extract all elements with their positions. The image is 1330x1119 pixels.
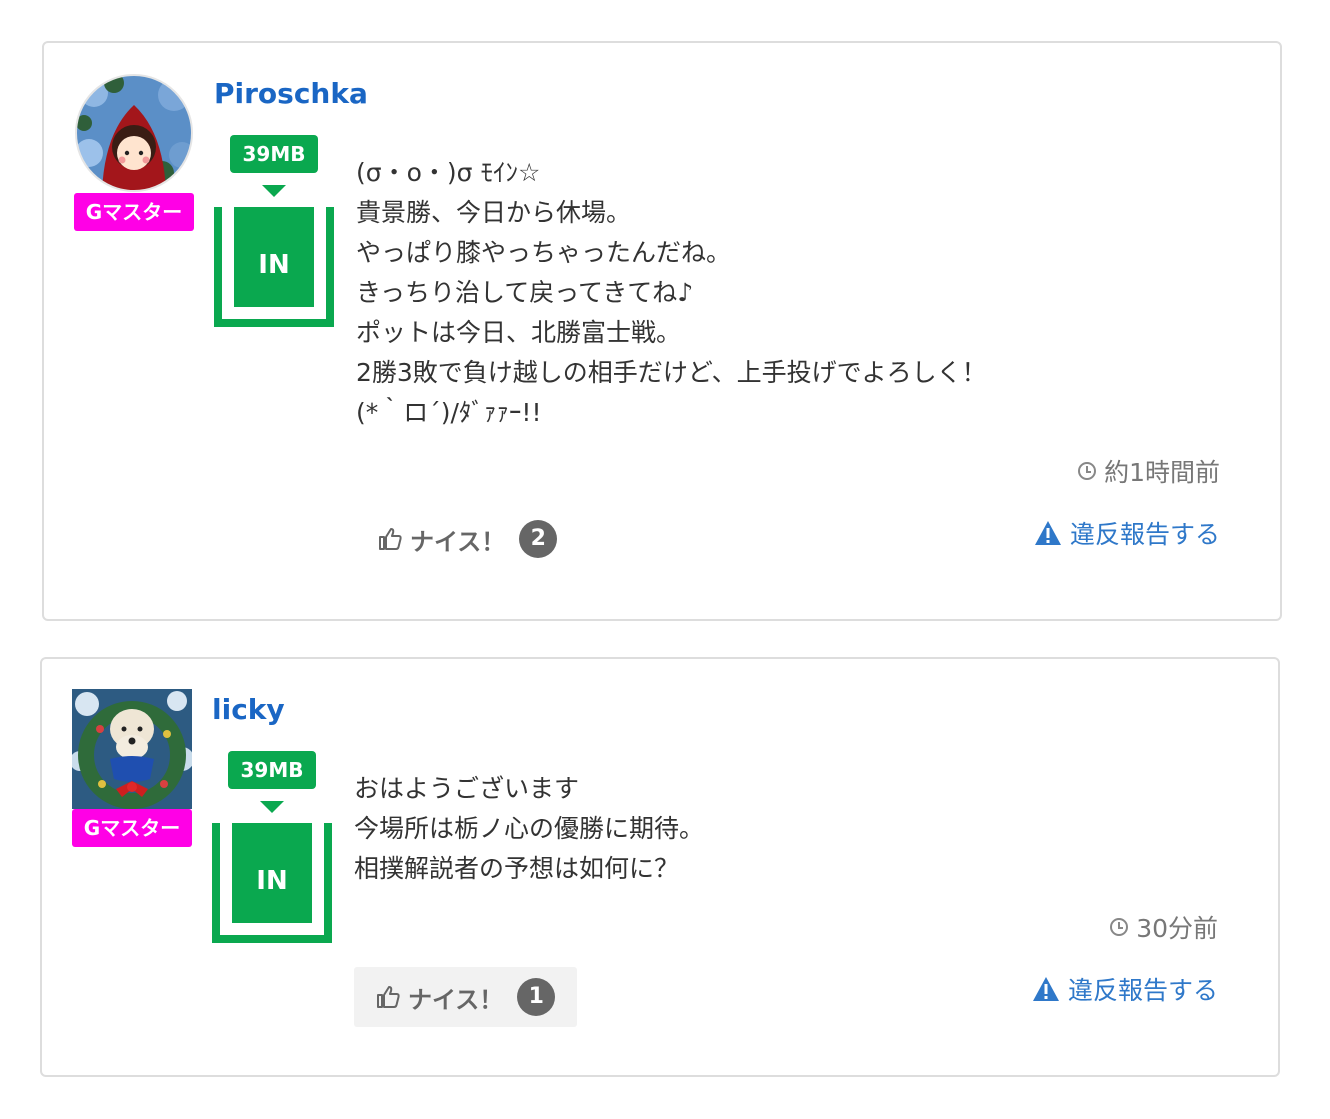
nice-count: 2 [519, 520, 558, 558]
gauge-right-bar [326, 207, 334, 327]
thumbs-up-icon [377, 986, 400, 1008]
post-body: (σ・o・)σ ﾓｲﾝ☆ 貴景勝、今日から休場。 やっぱり膝やっちゃったんだね。… [356, 158, 987, 427]
caret-down-icon [260, 801, 284, 813]
avatar[interactable] [74, 73, 194, 193]
rank-badge: Gマスター [72, 809, 192, 847]
gauge-left-bar [212, 823, 220, 943]
status-gauge: IN [212, 823, 332, 943]
thumbs-up-icon [379, 528, 402, 550]
user-avatar-block: Gマスター [72, 689, 192, 847]
warning-icon [1034, 521, 1061, 545]
timestamp-text: 約1時間前 [1104, 458, 1220, 487]
post-body: おはようございます 今場所は栃ノ心の優勝に期待。 相撲解説者の予想は如何に？ [354, 774, 705, 883]
mb-badge: 39MB [228, 751, 316, 789]
nice-label: ナイス！ [408, 985, 504, 1014]
timestamp-text: 30分前 [1136, 914, 1218, 943]
mb-badge: 39MB [230, 135, 318, 173]
gauge-bottom-bar [212, 935, 332, 943]
user-avatar-block: Gマスター [74, 73, 194, 231]
clock-icon [1110, 918, 1129, 936]
report-label: 違反報告する [1067, 976, 1218, 1005]
post-card: Gマスター Piroschka 39MB IN (σ・o・)σ ﾓｲﾝ☆ 貴景勝… [42, 41, 1282, 621]
nice-label: ナイス！ [410, 527, 506, 556]
report-link[interactable]: 違反報告する [1034, 515, 1220, 551]
avatar[interactable] [72, 689, 192, 809]
clock-icon [1078, 462, 1097, 480]
nice-button[interactable]: ナイス！ 2 [356, 509, 579, 569]
status-label: IN [234, 207, 314, 307]
nice-button[interactable]: ナイス！ 1 [354, 967, 578, 1027]
mb-meter: 39MB IN [214, 135, 334, 327]
username-link[interactable]: Piroschka [214, 77, 368, 110]
gauge-right-bar [324, 823, 332, 943]
warning-icon [1032, 977, 1059, 1001]
caret-down-icon [262, 185, 286, 197]
report-label: 違反報告する [1069, 520, 1220, 549]
post-timestamp: 約1時間前 [1078, 453, 1220, 489]
post-card: Gマスター licky 39MB IN おはようございます 今場所は栃ノ心の優勝… [40, 657, 1280, 1077]
status-label: IN [232, 823, 312, 923]
report-link[interactable]: 違反報告する [1032, 971, 1218, 1007]
nice-count: 1 [517, 978, 556, 1016]
gauge-left-bar [214, 207, 222, 327]
gauge-bottom-bar [214, 319, 334, 327]
mb-meter: 39MB IN [212, 751, 332, 943]
rank-badge: Gマスター [74, 193, 194, 231]
status-gauge: IN [214, 207, 334, 327]
post-timestamp: 30分前 [1110, 909, 1218, 945]
username-link[interactable]: licky [212, 693, 285, 726]
